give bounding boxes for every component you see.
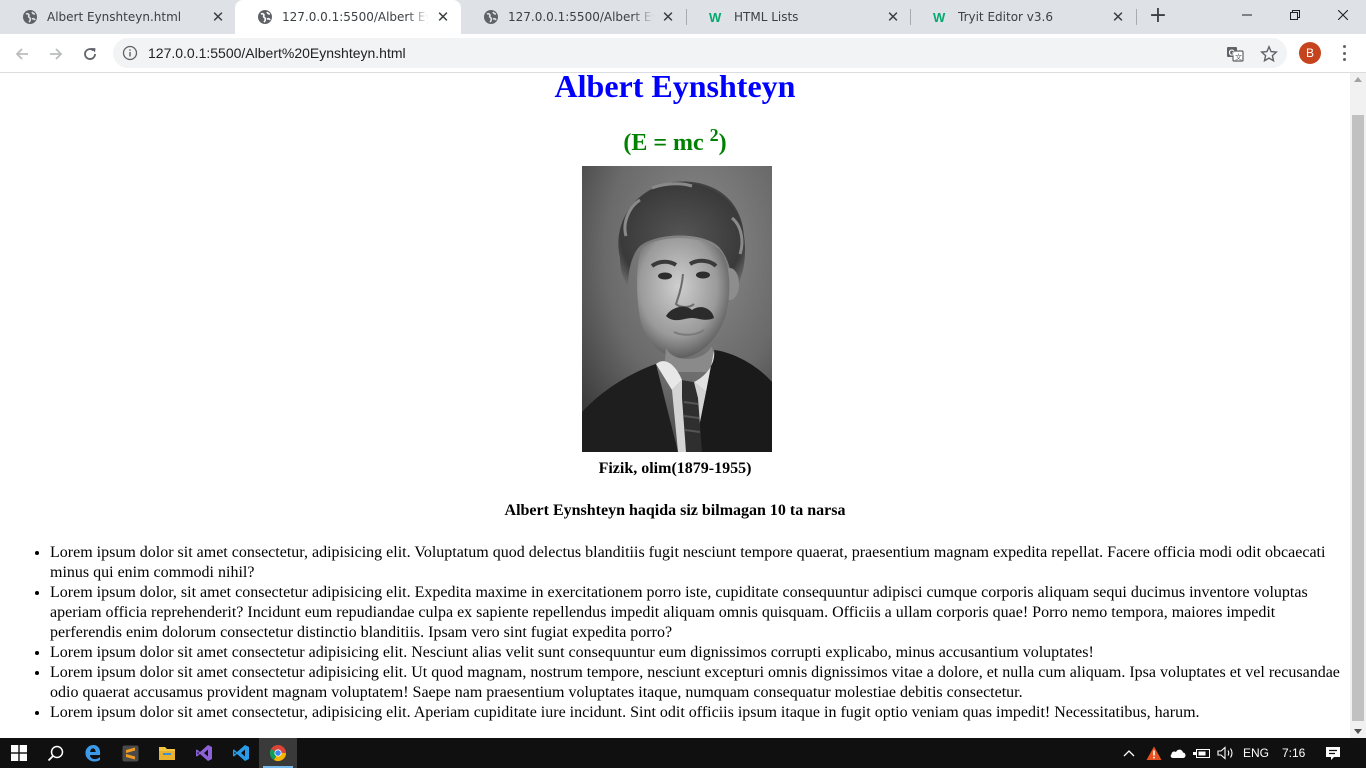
file-explorer-icon[interactable] bbox=[148, 738, 186, 768]
more-menu-icon[interactable] bbox=[1336, 43, 1352, 63]
vertical-scrollbar[interactable] bbox=[1350, 73, 1366, 738]
language-indicator[interactable]: ENG bbox=[1243, 738, 1269, 768]
close-window-button[interactable] bbox=[1320, 0, 1366, 30]
bookmark-star-icon[interactable] bbox=[1260, 45, 1278, 63]
tab-title: Albert Eynshteyn.html bbox=[47, 10, 182, 24]
close-tab-icon[interactable]: ✕ bbox=[435, 9, 451, 25]
close-tab-icon[interactable]: ✕ bbox=[210, 9, 226, 25]
reload-button[interactable] bbox=[77, 41, 103, 67]
site-info-icon[interactable] bbox=[122, 45, 138, 64]
tab-2[interactable]: 127.0.0.1:5500/Albert Eynshteyn.html ✕ bbox=[461, 0, 686, 34]
search-icon[interactable] bbox=[36, 738, 74, 768]
edge-icon[interactable] bbox=[74, 738, 112, 768]
list-item: Lorem ipsum dolor sit amet consectetur, … bbox=[50, 703, 1340, 723]
tab-4[interactable]: W Tryit Editor v3.6 ✕ bbox=[911, 0, 1136, 34]
close-tab-icon[interactable]: ✕ bbox=[660, 9, 676, 25]
vscode-icon[interactable] bbox=[222, 738, 260, 768]
page-viewport: Albert Eynshteyn (E = mc 2) Fizik, olim(… bbox=[0, 73, 1350, 738]
new-tab-button[interactable]: + bbox=[1146, 5, 1170, 29]
globe-icon bbox=[257, 9, 273, 25]
tab-strip: Albert Eynshteyn.html ✕ 127.0.0.1:5500/A… bbox=[0, 0, 1366, 34]
clock[interactable]: 7:16 bbox=[1282, 738, 1305, 768]
visual-studio-icon[interactable] bbox=[185, 738, 223, 768]
globe-icon bbox=[483, 9, 499, 25]
w3schools-icon: W bbox=[933, 9, 949, 25]
tab-title: Tryit Editor v3.6 bbox=[958, 10, 1053, 24]
list-item: Lorem ipsum dolor sit amet consectetur, … bbox=[50, 543, 1340, 583]
formula-heading: (E = mc 2) bbox=[0, 125, 1350, 159]
windows-start-icon[interactable] bbox=[0, 738, 38, 768]
svg-text:W: W bbox=[709, 10, 722, 25]
minimize-button[interactable] bbox=[1224, 0, 1270, 30]
sublime-text-icon[interactable] bbox=[111, 738, 149, 768]
svg-text:文: 文 bbox=[1235, 53, 1242, 62]
tab-1[interactable]: 127.0.0.1:5500/Albert Eynshteyn.html ✕ bbox=[235, 0, 461, 34]
svg-text:G: G bbox=[1229, 49, 1235, 58]
warning-icon[interactable] bbox=[1142, 738, 1166, 768]
tab-title: 127.0.0.1:5500/Albert Eynshteyn.html bbox=[508, 10, 654, 24]
formula-suffix: ) bbox=[718, 130, 727, 156]
tab-title: 127.0.0.1:5500/Albert Eynshteyn.html bbox=[282, 10, 429, 24]
scroll-up-icon[interactable] bbox=[1354, 77, 1362, 82]
facts-list: Lorem ipsum dolor sit amet consectetur, … bbox=[50, 543, 1340, 723]
restore-button[interactable] bbox=[1272, 0, 1318, 30]
chrome-icon[interactable] bbox=[259, 738, 297, 768]
svg-text:W: W bbox=[933, 10, 946, 25]
list-item: Lorem ipsum dolor, sit amet consectetur … bbox=[50, 583, 1340, 643]
address-bar[interactable]: 127.0.0.1:5500/Albert%20Eynshteyn.html G… bbox=[113, 38, 1287, 68]
url-text[interactable]: 127.0.0.1:5500/Albert%20Eynshteyn.html bbox=[148, 45, 406, 61]
profile-avatar[interactable]: B bbox=[1299, 42, 1321, 64]
notifications-icon[interactable] bbox=[1314, 738, 1352, 768]
back-button[interactable] bbox=[9, 41, 35, 67]
tab-title: HTML Lists bbox=[734, 10, 799, 24]
portrait-caption: Fizik, olim(1879-1955) bbox=[598, 460, 752, 477]
w3schools-icon: W bbox=[709, 9, 725, 25]
close-tab-icon[interactable]: ✕ bbox=[1110, 9, 1126, 25]
scrollbar-thumb[interactable] bbox=[1352, 115, 1364, 721]
volume-icon[interactable] bbox=[1214, 738, 1238, 768]
battery-icon[interactable] bbox=[1190, 738, 1214, 768]
close-tab-icon[interactable]: ✕ bbox=[885, 9, 901, 25]
cloud-icon[interactable] bbox=[1166, 738, 1190, 768]
browser-toolbar: 127.0.0.1:5500/Albert%20Eynshteyn.html G… bbox=[0, 34, 1366, 73]
einstein-portrait bbox=[582, 166, 772, 452]
formula-prefix: (E = mc bbox=[623, 130, 710, 156]
windows-taskbar: ENG 7:16 bbox=[0, 738, 1366, 768]
globe-icon bbox=[22, 9, 38, 25]
forward-button[interactable] bbox=[43, 41, 69, 67]
chevron-up-icon[interactable] bbox=[1117, 738, 1141, 768]
facts-heading: Albert Eynshteyn haqida siz bilmagan 10 … bbox=[504, 502, 846, 519]
list-item: Lorem ipsum dolor sit amet consectetur a… bbox=[50, 643, 1340, 663]
translate-icon[interactable]: G文 bbox=[1226, 45, 1244, 63]
tab-3[interactable]: W HTML Lists ✕ bbox=[687, 0, 911, 34]
scroll-down-icon[interactable] bbox=[1354, 729, 1362, 734]
formula-exponent: 2 bbox=[709, 125, 719, 145]
tab-separator bbox=[1136, 9, 1137, 25]
tab-0[interactable]: Albert Eynshteyn.html ✕ bbox=[0, 0, 236, 34]
list-item: Lorem ipsum dolor sit amet consectetur a… bbox=[50, 663, 1340, 703]
page-title: Albert Eynshteyn bbox=[554, 73, 796, 104]
